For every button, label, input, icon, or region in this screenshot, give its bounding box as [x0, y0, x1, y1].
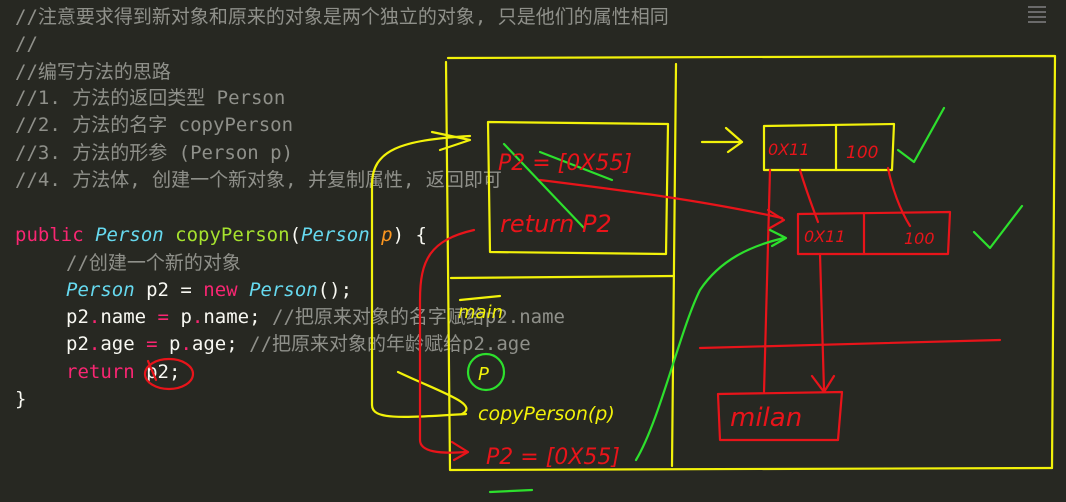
heap-obj2-age: 100 — [904, 229, 935, 248]
frame-return-label: return P2 — [500, 210, 612, 238]
constant-pool-line — [698, 338, 1002, 350]
red-arrow-to-milan — [810, 252, 836, 394]
red-line-name-ref — [762, 168, 772, 394]
yellow-arc-copy — [396, 370, 468, 416]
red-arrowhead-heap — [766, 208, 786, 230]
p2-circle-highlight — [143, 357, 195, 391]
heap-obj1-address: 0X11 — [768, 140, 810, 159]
yellow-arrowhead-left — [430, 130, 472, 152]
frame-p2-label: P2 = [0X55] — [498, 151, 632, 176]
frame-main-label: main — [458, 302, 503, 323]
yellow-frame-lines — [370, 54, 1057, 472]
main-underline — [458, 294, 502, 302]
yellow-arrow-heap — [700, 126, 744, 154]
stack-heap-divider — [670, 62, 678, 468]
frame-p2-bottom-label: P2 = [0X55] — [486, 445, 620, 470]
frame-p-label: P — [478, 364, 489, 385]
handwritten-labels: P2 = [0X55] return P2 main P copyPerson(… — [458, 140, 935, 470]
red-line-age — [886, 166, 912, 228]
green-underline-bottom — [488, 488, 534, 494]
frame-copyperson-label: copyPerson(p) — [478, 403, 615, 425]
checkmark-1-icon — [896, 106, 946, 164]
red-arrowhead-return — [450, 440, 470, 462]
heap-obj1-age: 100 — [846, 143, 878, 163]
main-frame-divider — [449, 274, 676, 280]
string-milan: milan — [730, 403, 802, 433]
heap-obj2-address: 0X11 — [804, 227, 846, 246]
checkmark-2-icon — [972, 204, 1024, 250]
memory-diagram-overlay: P2 = [0X55] return P2 main P copyPerson(… — [143, 54, 1057, 494]
green-arrowhead — [768, 228, 788, 248]
